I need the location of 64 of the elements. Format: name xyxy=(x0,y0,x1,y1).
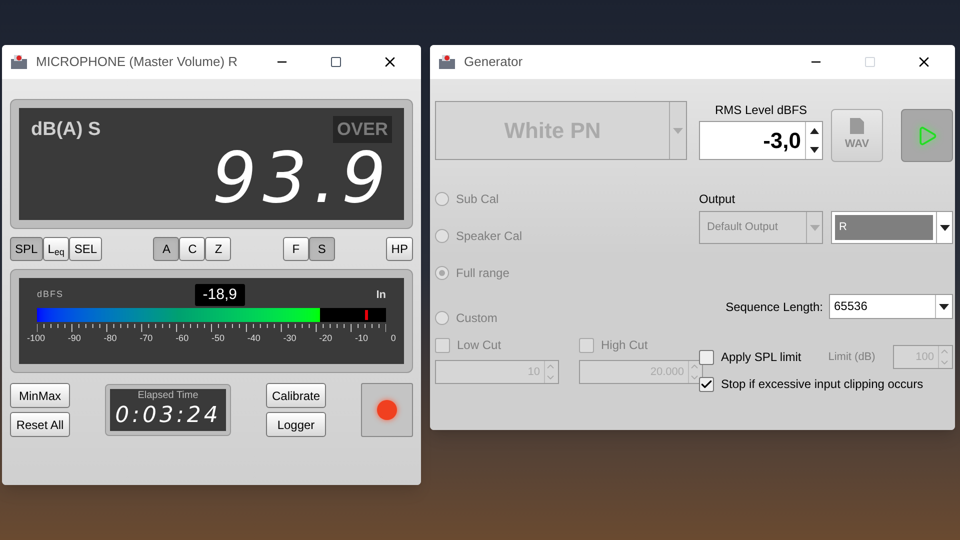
checkbox-label: Apply SPL limit xyxy=(721,349,802,366)
mode-button[interactable]: C xyxy=(179,237,206,261)
elapsed-time: 0:03:24 xyxy=(115,403,221,429)
app-icon xyxy=(10,54,28,70)
dropdown-arrow-icon xyxy=(673,128,683,134)
output-label: Output xyxy=(699,191,736,208)
maximize-icon xyxy=(864,56,876,68)
mode-button[interactable]: SPL xyxy=(10,237,43,261)
spl-reading: 93.9 xyxy=(212,143,392,213)
mode-button[interactable]: A xyxy=(153,237,180,261)
dropdown-arrow-icon xyxy=(939,304,949,310)
checkbox-label: High Cut xyxy=(601,337,648,354)
checkbox-label: Stop if excessive input clipping occurs xyxy=(721,376,924,393)
mode-button[interactable]: S xyxy=(308,237,335,261)
spin-up-icon[interactable] xyxy=(810,128,818,134)
dropdown-arrow-icon xyxy=(810,224,820,230)
mode-button[interactable]: SEL xyxy=(69,237,102,261)
scale-label: -80 xyxy=(104,332,117,345)
sequence-length-dropdown[interactable]: 65536 xyxy=(829,294,953,319)
app-icon xyxy=(438,54,456,70)
weighting-label: dB(A) S xyxy=(31,118,101,142)
scale-label: -30 xyxy=(283,332,296,345)
elapsed-time-label: Elapsed Time xyxy=(138,389,198,403)
window-title: MICROPHONE (Master Volume) R xyxy=(36,53,239,72)
level-reading: -18,9 xyxy=(194,284,245,306)
play-button[interactable] xyxy=(901,109,953,162)
file-icon xyxy=(850,118,864,134)
sequence-length-label: Sequence Length: xyxy=(726,298,823,316)
checkbox[interactable] xyxy=(699,376,714,392)
scale-label: -20 xyxy=(319,332,332,345)
record-button[interactable] xyxy=(361,383,413,437)
panel-button[interactable]: Reset All xyxy=(10,412,70,437)
scale-label: -70 xyxy=(140,332,153,345)
output-channel-dropdown[interactable]: R xyxy=(831,211,953,244)
radio-label: Custom xyxy=(456,310,498,326)
limit-label: Limit (dB) xyxy=(828,350,876,365)
checkbox[interactable] xyxy=(699,350,714,364)
scale-label: -60 xyxy=(176,332,189,345)
mode-button[interactable]: L$_{eq}$ xyxy=(42,237,70,261)
spin-down-icon[interactable] xyxy=(810,146,818,153)
scale-label: -90 xyxy=(68,332,81,345)
scale-label: -50 xyxy=(211,332,224,345)
panel-button[interactable]: Logger xyxy=(266,412,326,437)
scale-label: -40 xyxy=(247,332,260,345)
scale-label: -100 xyxy=(27,332,46,345)
radio-label: Full range xyxy=(456,264,510,282)
window-title: Generator xyxy=(464,53,524,72)
panel-button[interactable]: MinMax xyxy=(10,383,70,408)
channel-label: In xyxy=(376,288,386,303)
maximize-icon xyxy=(330,56,342,68)
rms-level-spinner[interactable]: -3,0 xyxy=(699,121,823,160)
dropdown-arrow-icon xyxy=(940,224,950,230)
rms-level-label: RMS Level dBFS xyxy=(714,102,808,119)
over-indicator: OVER xyxy=(332,116,392,143)
radio-label: Speaker Cal xyxy=(456,228,522,244)
scale-label: -10 xyxy=(355,332,368,345)
panel-button[interactable]: Calibrate xyxy=(266,383,326,408)
unit-label: dBFS xyxy=(37,288,64,302)
mode-button[interactable]: HP xyxy=(386,237,413,261)
checkbox-label: Low Cut xyxy=(457,337,502,354)
scale-label: 0 xyxy=(390,332,396,345)
mode-button[interactable]: F xyxy=(282,237,309,261)
radio-label: Sub Cal xyxy=(456,190,499,208)
mode-button[interactable]: Z xyxy=(205,237,232,261)
